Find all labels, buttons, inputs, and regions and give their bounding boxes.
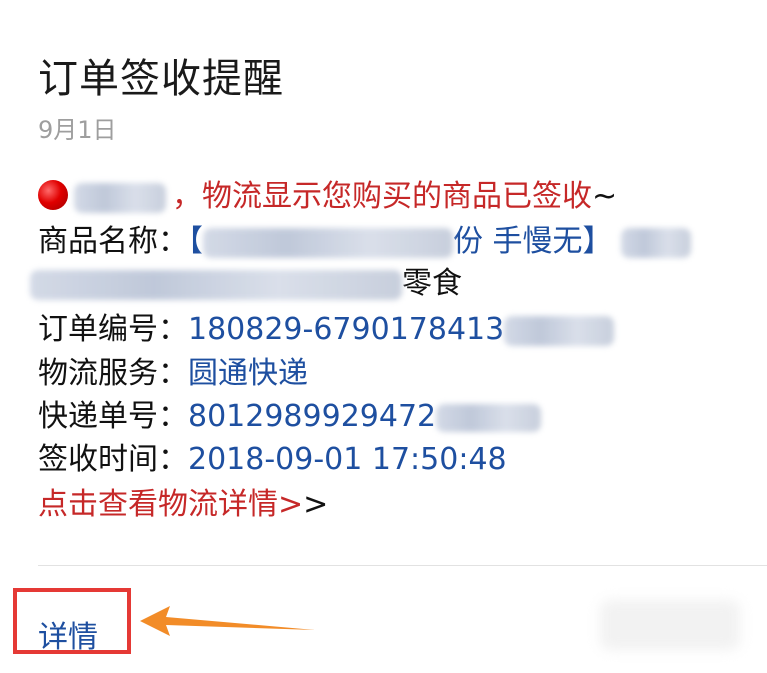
signed-time-label: 签收时间： [38, 442, 188, 477]
product-label: 商品名称： [38, 224, 188, 259]
divider [38, 565, 767, 566]
order-label: 订单编号： [38, 312, 188, 347]
logistics-line: 物流服务：圆通快递 [38, 353, 308, 395]
order-number: 180829-6790178413 [188, 312, 505, 347]
blurred-product-name-2 [30, 269, 402, 300]
notification-date: 9月1日 [38, 116, 117, 144]
product-name-continued: 零食 [30, 263, 462, 305]
red-dot-icon [38, 180, 68, 210]
signed-time-line: 签收时间：2018-09-01 17:50:48 [38, 439, 507, 481]
tracking-label: 快递单号： [38, 399, 188, 434]
product-name-visible: 份 手慢无】 [453, 224, 613, 259]
notification-title: 订单签收提醒 [38, 56, 284, 102]
arrow-icon [140, 606, 315, 636]
notification-card: 订单签收提醒 9月1日 ，物流显示您购买的商品已签收~ 商品名称：【份 手慢无】… [0, 0, 767, 673]
blurred-username [74, 182, 166, 213]
signed-message-line: ，物流显示您购买的商品已签收~ [38, 176, 617, 218]
signed-message: ，物流显示您购买的商品已签收 [172, 179, 592, 214]
view-logistics-text[interactable]: 点击查看物流详情> [38, 487, 303, 522]
signed-time: 2018-09-01 17:50:48 [188, 442, 507, 477]
tracking-line: 快递单号：8012989929472 [38, 396, 542, 438]
blurred-product-name [203, 227, 453, 258]
detail-button[interactable]: 详情 [38, 612, 98, 656]
product-name-line: 商品名称：【份 手慢无】 [38, 221, 691, 263]
order-number-line: 订单编号：180829-6790178413 [38, 309, 615, 351]
logistics-service: 圆通快递 [188, 356, 308, 391]
blurred-corner [600, 600, 740, 650]
product-name-end: 零食 [402, 266, 462, 301]
logistics-label: 物流服务： [38, 356, 188, 391]
tracking-number: 8012989929472 [188, 399, 437, 434]
view-logistics-link[interactable]: 点击查看物流详情>> [38, 484, 328, 526]
